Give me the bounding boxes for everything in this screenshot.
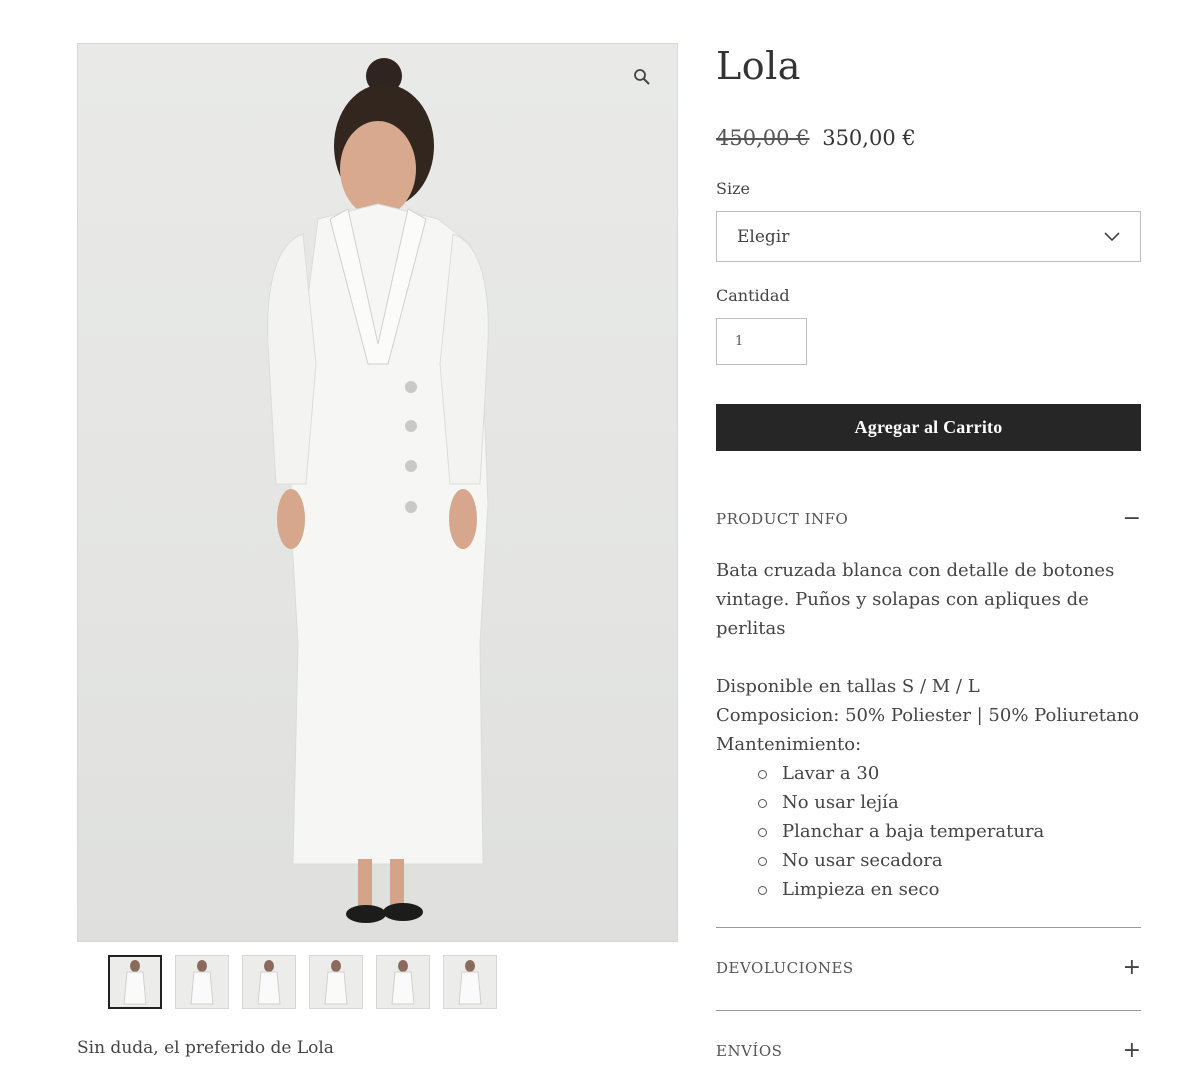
zoom-button[interactable]	[629, 64, 655, 90]
list-item: Limpieza en seco	[758, 875, 1156, 904]
product-composition: Composicion: 50% Poliester | 50% Poliure…	[716, 705, 1140, 726]
plus-icon: +	[1122, 955, 1141, 980]
accordion-returns-title: DEVOLUCIONES	[716, 959, 854, 977]
accordion-product-info-header[interactable]: PRODUCT INFO −	[716, 508, 1141, 530]
thumbnail-2[interactable]	[175, 955, 229, 1009]
size-label: Size	[716, 179, 750, 198]
product-caption: Sin duda, el preferido de Lola	[77, 1038, 334, 1058]
thumbnail-image	[257, 960, 281, 1005]
product-price: 450,00 € 350,00 €	[716, 126, 916, 150]
original-price: 450,00 €	[716, 126, 810, 150]
size-select-value: Elegir	[737, 226, 790, 247]
minus-icon: −	[1122, 506, 1141, 531]
quantity-label: Cantidad	[716, 286, 790, 305]
product-description: Bata cruzada blanca con detalle de boton…	[716, 560, 1115, 639]
thumbnail-image	[391, 960, 415, 1005]
accordion-shipping-header[interactable]: ENVÍOS +	[716, 1040, 1141, 1062]
list-item: Lavar a 30	[758, 759, 1156, 788]
thumbnail-strip	[108, 955, 497, 1009]
chevron-down-icon	[1104, 231, 1120, 241]
thumbnail-4[interactable]	[309, 955, 363, 1009]
thumbnail-image	[458, 960, 482, 1005]
list-item: No usar secadora	[758, 846, 1156, 875]
thumbnail-1[interactable]	[108, 955, 162, 1009]
size-select[interactable]: Elegir	[716, 211, 1141, 262]
accordion-shipping-title: ENVÍOS	[716, 1042, 783, 1060]
thumbnail-image	[190, 960, 214, 1005]
list-item: Planchar a baja temperatura	[758, 817, 1156, 846]
maintenance-label: Mantenimiento:	[716, 734, 862, 755]
product-main-image[interactable]	[77, 43, 678, 942]
care-list: Lavar a 30 No usar lejía Planchar a baja…	[716, 759, 1156, 904]
plus-icon: +	[1122, 1038, 1141, 1063]
accordion-returns-header[interactable]: DEVOLUCIONES +	[716, 957, 1141, 979]
product-sizes: Disponible en tallas S / M / L	[716, 676, 980, 697]
quantity-input[interactable]	[716, 318, 807, 365]
list-item: No usar lejía	[758, 788, 1156, 817]
divider	[716, 927, 1141, 928]
product-info-content: Bata cruzada blanca con detalle de boton…	[716, 556, 1156, 904]
accordion-product-info-title: PRODUCT INFO	[716, 510, 849, 528]
magnifier-icon	[634, 69, 650, 85]
model-white-coat-illustration	[267, 58, 489, 923]
sale-price: 350,00 €	[822, 126, 916, 150]
product-title: Lola	[716, 44, 801, 88]
thumbnail-3[interactable]	[242, 955, 296, 1009]
thumbnail-image	[123, 960, 147, 1005]
thumbnail-6[interactable]	[443, 955, 497, 1009]
divider	[716, 1010, 1141, 1011]
thumbnail-image	[324, 960, 348, 1005]
thumbnail-5[interactable]	[376, 955, 430, 1009]
add-to-cart-button[interactable]: Agregar al Carrito	[716, 404, 1141, 451]
